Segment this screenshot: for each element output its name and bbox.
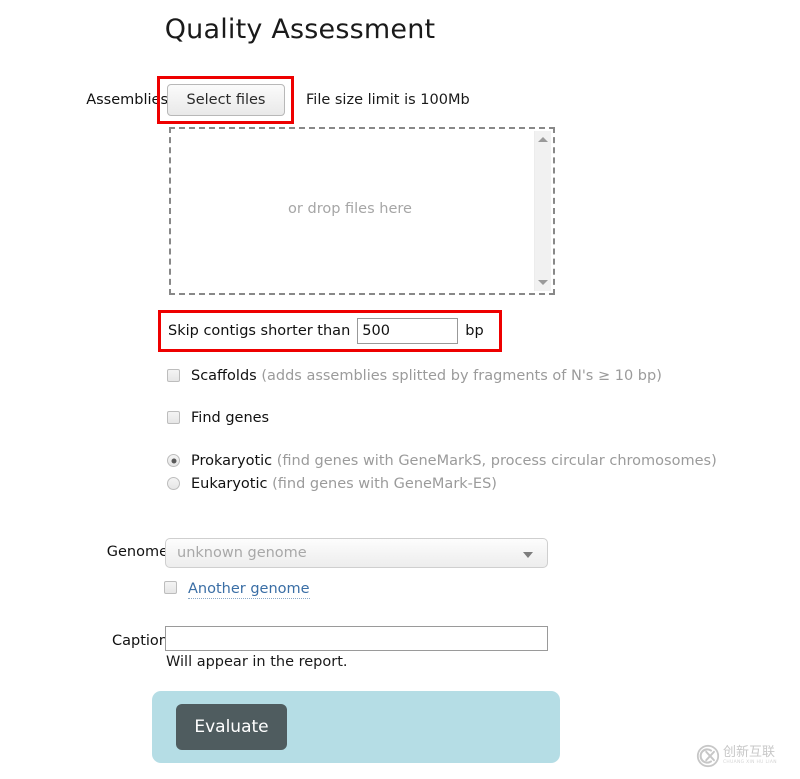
another-genome-checkbox[interactable] [164,581,177,594]
watermark-pinyin-text: CHUANG XIN HU LIAN [723,760,777,766]
cx-logo-icon [696,744,720,768]
find-genes-checkbox[interactable] [167,411,180,424]
assemblies-label: Assemblies [86,92,168,108]
option-prokaryotic[interactable]: Prokaryotic (find genes with GeneMarkS, … [167,452,717,470]
skip-contigs-row: Skip contigs shorter than bp [168,318,484,344]
triangle-up-icon[interactable] [538,137,548,142]
eukaryotic-hint: (find genes with GeneMark-ES) [272,476,497,492]
watermark: 创新互联 CHUANG XIN HU LIAN [696,739,792,773]
another-genome-link[interactable]: Another genome [188,581,310,599]
genome-selected-value: unknown genome [177,545,307,561]
chevron-down-icon[interactable] [523,552,533,558]
prokaryotic-hint: (find genes with GeneMarkS, process circ… [276,453,717,469]
prokaryotic-label: Prokaryotic [191,453,273,469]
option-scaffolds[interactable]: Scaffolds (adds assemblies splitted by f… [167,367,662,385]
triangle-down-icon[interactable] [538,280,548,285]
watermark-chinese-text: 创新互联 [723,745,776,761]
skip-contigs-input[interactable] [357,318,459,344]
scaffolds-checkbox[interactable] [167,369,180,382]
evaluate-panel: Evaluate [152,691,560,763]
option-find-genes[interactable]: Find genes [167,409,269,427]
option-another-genome[interactable]: Another genome [164,581,310,599]
genome-label: Genome [106,544,168,560]
scaffolds-label: Scaffolds [191,368,257,384]
caption-note: Will appear in the report. [166,654,348,670]
eukaryotic-label: Eukaryotic [191,476,268,492]
select-files-button[interactable]: Select files [167,84,285,116]
scaffolds-hint: (adds assemblies splitted by fragments o… [261,368,662,384]
find-genes-label: Find genes [191,410,270,426]
option-eukaryotic[interactable]: Eukaryotic (find genes with GeneMark-ES) [167,475,497,493]
caption-input[interactable] [165,626,548,651]
caption-label: Caption [112,633,168,649]
prokaryotic-radio[interactable] [167,454,180,467]
genome-select[interactable]: unknown genome [165,538,548,568]
file-size-limit-note: File size limit is 100Mb [306,92,470,108]
page-title: Quality Assessment [164,14,436,45]
eukaryotic-radio[interactable] [167,477,180,490]
file-dropzone[interactable]: or drop files here [169,127,555,295]
dropzone-hint-text: or drop files here [288,201,412,217]
evaluate-button[interactable]: Evaluate [176,704,287,750]
skip-contigs-label: Skip contigs shorter than [168,323,351,339]
skip-contigs-unit: bp [465,323,484,339]
dropzone-scrollbar[interactable] [534,131,551,291]
